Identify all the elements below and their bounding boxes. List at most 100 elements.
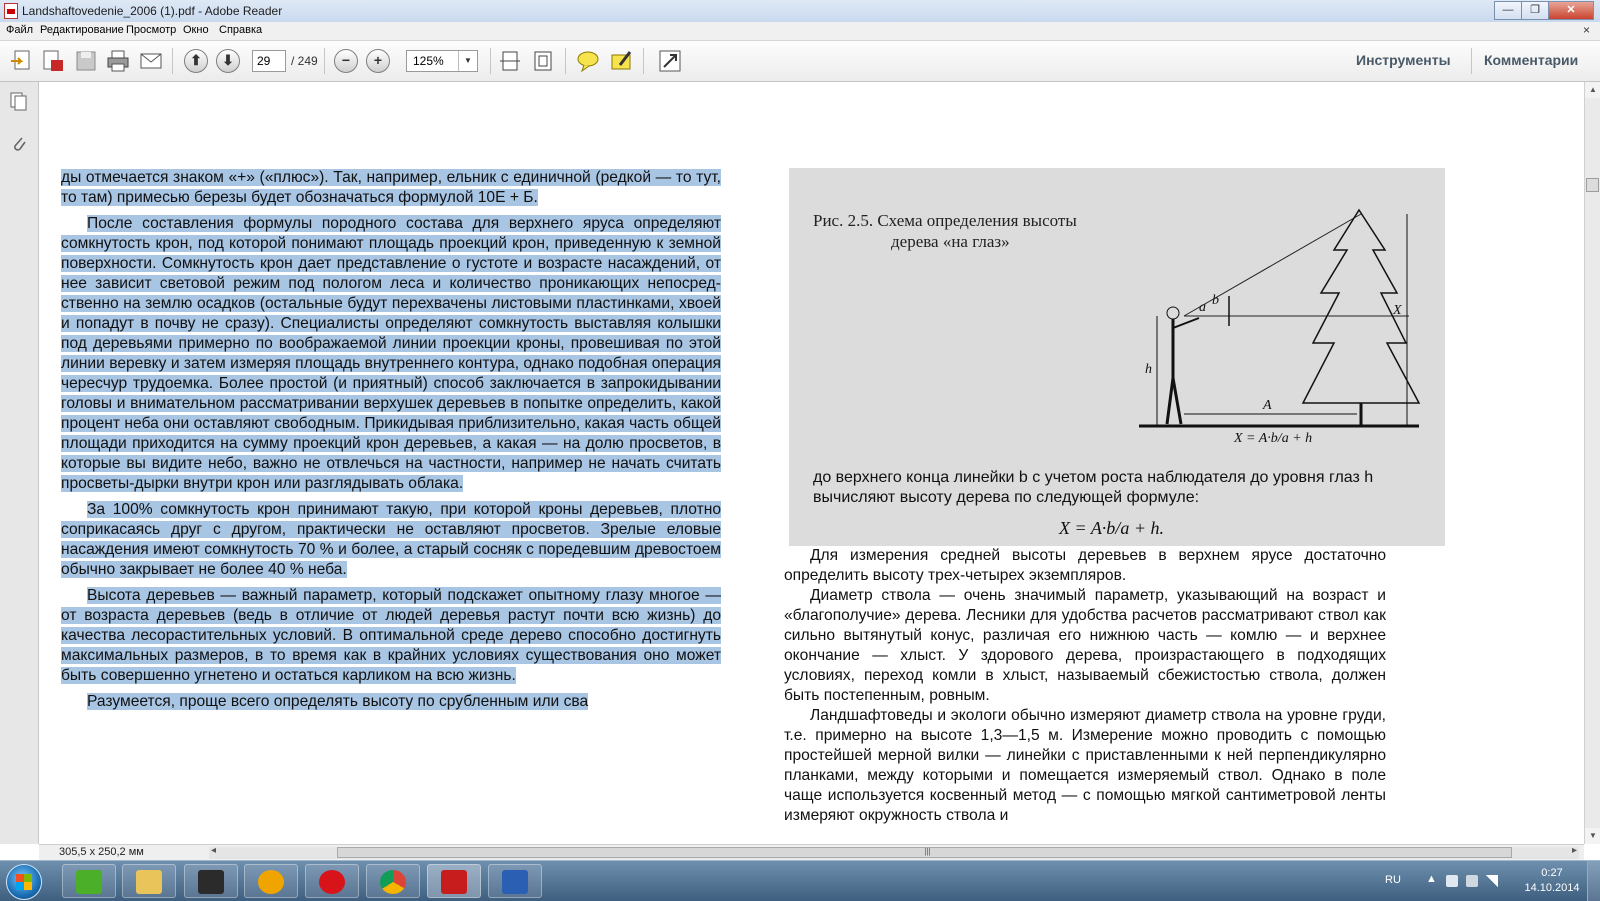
figure-text: до верхнего конца линейки b с учетом рос…	[813, 469, 1374, 506]
toolbar-separator	[1471, 48, 1472, 74]
paragraph: После составления формулы породного сост…	[61, 214, 721, 494]
paragraph: Высота деревьев — важный параметр, котор…	[61, 586, 721, 686]
toolbar-separator	[565, 48, 566, 74]
observer-leg	[1165, 377, 1175, 425]
scroll-left-icon[interactable]: ◂	[211, 845, 216, 856]
paragraph: Для измерения средней высоты деревьев в …	[784, 547, 1386, 584]
vertical-scrollbar[interactable]: ▲ ▼	[1584, 82, 1600, 844]
start-button[interactable]	[6, 864, 42, 900]
menu-window[interactable]: Окно	[183, 24, 209, 36]
right-column: Для измерения средней высоты деревьев в …	[784, 546, 1386, 826]
fullscreen-icon[interactable]	[658, 49, 682, 73]
aimp-icon	[258, 870, 284, 894]
close-button[interactable]: ✕	[1548, 1, 1594, 20]
pages-thumbnail-icon[interactable]	[10, 92, 28, 112]
scroll-up-icon[interactable]: ▲	[1585, 82, 1600, 98]
selected-text: Высота деревьев — важный параметр, котор…	[61, 587, 721, 684]
paragraph: За 100% сомкнутость крон принимают такую…	[61, 500, 721, 580]
horizontal-scrollbar[interactable]: ◂ ||| ▸	[209, 845, 1579, 859]
toolbar: ⬆ ⬇ 29 / 249 − + 125% ▼ Инструменты Комм…	[0, 41, 1600, 82]
label-a: a	[1199, 300, 1206, 315]
tray-arrow-icon[interactable]: ▲	[1426, 873, 1438, 885]
zoom-select[interactable]: 125% ▼	[406, 50, 478, 72]
comment-icon[interactable]	[576, 49, 600, 73]
figure-scan: Рис. 2.5. Схема определения высоты дерев…	[789, 168, 1445, 546]
paragraph: Диаметр ствола — очень значимый параметр…	[784, 587, 1386, 704]
label-x: X	[1392, 303, 1402, 318]
scroll-right-icon[interactable]: ▸	[1572, 845, 1577, 856]
selected-text: ды отмечается знаком «+» («плюс»). Так, …	[61, 169, 721, 206]
tools-panel-link[interactable]: Инструменты	[1356, 52, 1451, 68]
clock-date: 14.10.2014	[1524, 882, 1580, 894]
zoom-out-button[interactable]: −	[334, 49, 358, 73]
taskbar-chrome[interactable]	[366, 864, 420, 898]
scroll-down-icon[interactable]: ▼	[1585, 828, 1600, 844]
comments-panel-link[interactable]: Комментарии	[1484, 52, 1578, 68]
status-bar: 305,5 x 250,2 мм ◂ ||| ▸	[39, 844, 1584, 861]
fit-page-icon[interactable]	[531, 49, 555, 73]
language-indicator[interactable]: RU	[1385, 874, 1401, 886]
toolbar-separator	[490, 48, 491, 74]
chrome-icon	[380, 870, 406, 894]
label-b: b	[1212, 293, 1219, 308]
menu-file[interactable]: Файл	[6, 24, 33, 36]
menu-view[interactable]: Просмотр	[126, 24, 176, 36]
email-icon[interactable]	[139, 49, 163, 73]
network-icon[interactable]	[1486, 875, 1498, 887]
restore-button[interactable]: ❐	[1521, 1, 1549, 20]
observer-leg	[1171, 377, 1183, 425]
adobe-reader-icon	[441, 870, 467, 894]
navigation-pane	[0, 82, 39, 844]
tree-shape	[1301, 208, 1421, 404]
document-view[interactable]: ды отмечается знаком «+» («плюс»). Так, …	[39, 82, 1584, 844]
fit-width-icon[interactable]	[498, 49, 522, 73]
battery-icon[interactable]	[1466, 875, 1478, 887]
window-title: Landshaftovedenie_2006 (1).pdf - Adobe R…	[22, 4, 283, 18]
clock[interactable]: 0:27 14.10.2014	[1522, 866, 1582, 896]
taskbar-media-player[interactable]	[184, 864, 238, 898]
page-total: / 249	[291, 54, 318, 68]
open-file-icon[interactable]	[9, 49, 33, 73]
taskbar-adobe-reader[interactable]	[427, 864, 481, 898]
menu-close-icon[interactable]: ×	[1583, 23, 1590, 37]
highlight-icon[interactable]	[610, 49, 634, 73]
title-bar: Landshaftovedenie_2006 (1).pdf - Adobe R…	[0, 0, 1600, 23]
selected-text: Разумеется, проще всего определять высот…	[87, 693, 589, 710]
label-distance: A	[1262, 398, 1272, 413]
menu-help[interactable]: Справка	[219, 24, 262, 36]
page-number-input[interactable]: 29	[252, 50, 286, 72]
create-pdf-icon[interactable]	[41, 49, 65, 73]
speaker-icon[interactable]	[1446, 875, 1458, 887]
diagram-formula: X = A·b/a + h	[1234, 431, 1313, 446]
zoom-in-button[interactable]: +	[366, 49, 390, 73]
show-desktop-button[interactable]	[1587, 861, 1600, 901]
folder-icon	[136, 870, 162, 894]
taskbar-opera[interactable]	[305, 864, 359, 898]
taskbar-utorrent[interactable]	[62, 864, 116, 898]
adobe-reader-icon	[4, 3, 18, 19]
grip-icon: |||	[924, 847, 931, 856]
next-page-button[interactable]: ⬇	[216, 49, 240, 73]
opera-icon	[319, 870, 345, 894]
paragraph: Разумеется, проще всего определять высот…	[61, 692, 721, 712]
taskbar-aimp[interactable]	[244, 864, 298, 898]
taskbar-word[interactable]	[488, 864, 542, 898]
chevron-down-icon[interactable]: ▼	[458, 51, 477, 71]
windows-logo-icon	[16, 874, 32, 890]
utorrent-icon	[76, 870, 102, 894]
scrollbar-thumb[interactable]	[1586, 178, 1599, 192]
height-formula: X = A·b/a + h.	[1059, 518, 1164, 538]
previous-page-button[interactable]: ⬆	[184, 49, 208, 73]
taskbar: RU ▲ 0:27 14.10.2014	[0, 860, 1600, 901]
selected-text: За 100% сомкнутость крон принимают такую…	[61, 501, 721, 578]
print-icon[interactable]	[106, 49, 130, 73]
menu-bar: Файл Редактирование Просмотр Окно Справк…	[0, 22, 1600, 41]
paragraph: Ландшафтоведы и экологи обычно измеряют …	[784, 707, 1386, 824]
save-icon[interactable]	[74, 49, 98, 73]
menu-edit[interactable]: Редактирование	[40, 24, 124, 36]
page-dimensions: 305,5 x 250,2 мм	[59, 846, 144, 858]
attachments-icon[interactable]	[10, 134, 28, 154]
taskbar-explorer[interactable]	[122, 864, 176, 898]
scrollbar-thumb[interactable]: |||	[337, 847, 1512, 858]
minimize-button[interactable]: —	[1494, 1, 1522, 20]
